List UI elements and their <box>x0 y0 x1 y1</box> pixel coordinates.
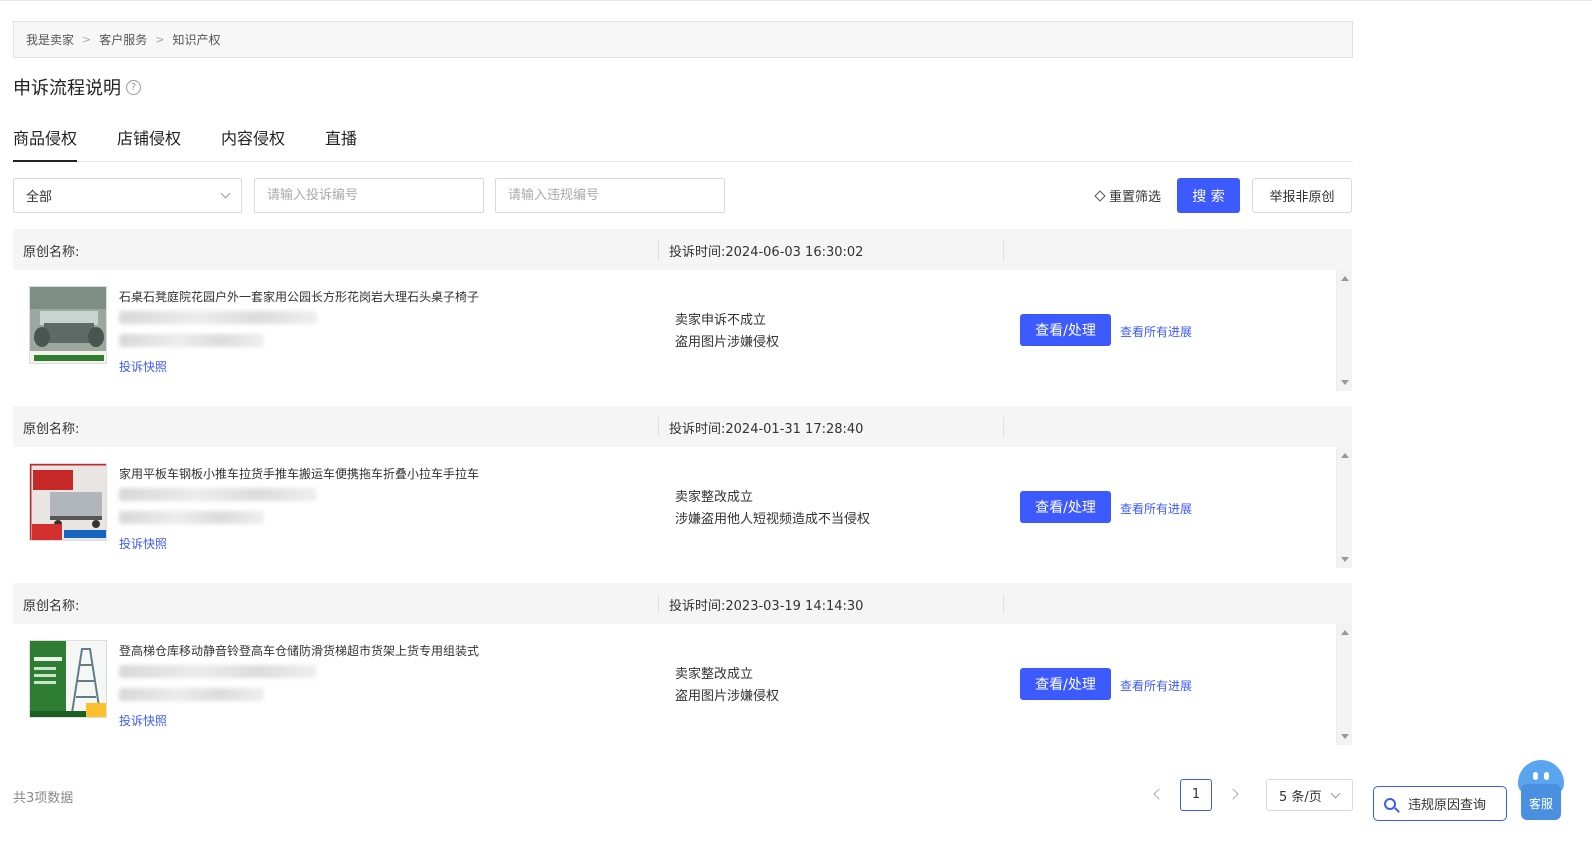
complaint-snapshot-link[interactable]: 投诉快照 <box>119 712 167 729</box>
column-divider <box>1003 240 1004 260</box>
breadcrumb-seller[interactable]: 我是卖家 <box>26 31 74 48</box>
product-thumbnail[interactable] <box>29 286 107 364</box>
status-select-value: 全部 <box>26 190 53 205</box>
complaint-record: 原创名称: 投诉时间:2024-06-03 16:30:02 石桌石凳庭院花园户… <box>13 229 1352 391</box>
eraser-icon <box>1094 189 1106 202</box>
record-header: 原创名称: 投诉时间:2023-03-19 14:14:30 <box>13 583 1352 624</box>
masked-violation-number <box>119 688 264 701</box>
complaint-number-input[interactable] <box>267 188 471 203</box>
scroll-up-arrow-icon[interactable] <box>1341 630 1349 635</box>
masked-complaint-number <box>119 665 317 678</box>
reset-filter-label: 重置筛选 <box>1109 190 1162 205</box>
record-body: 登高梯仓库移动静音铃登高车仓储防滑货梯超市货架上货专用组装式 投诉快照 卖家整改… <box>13 624 1352 745</box>
breadcrumb: 我是卖家 > 客户服务 > 知识产权 <box>13 21 1353 58</box>
chevron-left-icon[interactable] <box>1153 788 1165 800</box>
column-divider <box>1003 594 1004 614</box>
complaint-time: 投诉时间:2024-06-03 16:30:02 <box>669 245 864 260</box>
violation-number-input[interactable] <box>508 188 712 203</box>
chevron-right-icon[interactable] <box>1227 788 1239 800</box>
record-header: 原创名称: 投诉时间:2024-01-31 17:28:40 <box>13 406 1352 447</box>
tab-product-infringement[interactable]: 商品侵权 <box>13 126 78 162</box>
violation-reason-query-label: 违规原因查询 <box>1408 798 1487 813</box>
status-reason: 涉嫌盗用他人短视频造成不当侵权 <box>675 512 871 527</box>
masked-violation-number <box>119 511 264 524</box>
status-result: 卖家整改成立 <box>675 490 754 505</box>
original-name-label: 原创名称: <box>23 422 80 437</box>
masked-complaint-number <box>119 488 317 501</box>
column-divider <box>658 417 659 437</box>
page-number-current[interactable]: 1 <box>1180 779 1212 811</box>
search-button[interactable]: 搜 索 <box>1177 178 1240 213</box>
record-body: 家用平板车钢板小推车拉货手推车搬运车便携拖车折叠小拉车手拉车 投诉快照 卖家整改… <box>13 447 1352 568</box>
complaint-number-field[interactable] <box>254 178 484 213</box>
breadcrumb-separator: > <box>155 33 165 46</box>
column-divider <box>658 594 659 614</box>
view-handle-button[interactable]: 查看/处理 <box>1020 314 1111 346</box>
scroll-down-arrow-icon[interactable] <box>1341 734 1349 739</box>
violation-reason-query-button[interactable]: 违规原因查询 <box>1373 786 1507 821</box>
tab-store-infringement[interactable]: 店铺侵权 <box>117 126 181 162</box>
search-icon <box>1384 797 1396 810</box>
product-title: 石桌石凳庭院花园户外一套家用公园长方形花岗岩大理石头桌子椅子 <box>119 290 480 304</box>
scroll-up-arrow-icon[interactable] <box>1341 453 1349 458</box>
scroll-down-arrow-icon[interactable] <box>1341 380 1349 385</box>
complaint-time: 投诉时间:2023-03-19 14:14:30 <box>669 599 864 614</box>
chevron-down-icon <box>1330 788 1341 798</box>
tab-content-infringement[interactable]: 内容侵权 <box>221 126 285 162</box>
complaint-record: 原创名称: 投诉时间:2023-03-19 14:14:30 登高梯仓库移动静音… <box>13 583 1352 745</box>
tab-live[interactable]: 直播 <box>325 126 357 162</box>
record-scrollbar[interactable] <box>1336 447 1352 568</box>
masked-violation-number <box>119 334 264 347</box>
status-reason: 盗用图片涉嫌侵权 <box>675 689 780 704</box>
record-scrollbar[interactable] <box>1336 624 1352 745</box>
top-divider <box>0 0 1592 1</box>
status-reason: 盗用图片涉嫌侵权 <box>675 335 780 350</box>
status-select[interactable]: 全部 <box>13 178 242 213</box>
breadcrumb-ip: 知识产权 <box>172 33 221 47</box>
total-count: 共3项数据 <box>13 791 74 806</box>
view-handle-button[interactable]: 查看/处理 <box>1020 668 1111 700</box>
page-title-text[interactable]: 申诉流程说明 <box>13 74 121 100</box>
scroll-up-arrow-icon[interactable] <box>1341 276 1349 281</box>
customer-service-label: 客服 <box>1521 784 1561 820</box>
chevron-down-icon <box>220 188 231 199</box>
record-body: 石桌石凳庭院花园户外一套家用公园长方形花岗岩大理石头桌子椅子 投诉快照 卖家申诉… <box>13 270 1352 391</box>
masked-complaint-number <box>119 311 317 324</box>
customer-service-widget[interactable]: 客服 <box>1518 760 1564 820</box>
original-name-label: 原创名称: <box>23 245 80 260</box>
product-title: 家用平板车钢板小推车拉货手推车搬运车便携拖车折叠小拉车手拉车 <box>119 467 480 481</box>
breadcrumb-separator: > <box>82 33 92 46</box>
violation-number-field[interactable] <box>495 178 725 213</box>
report-non-original-button[interactable]: 举报非原创 <box>1252 178 1352 213</box>
status-result: 卖家整改成立 <box>675 667 754 682</box>
product-thumbnail[interactable] <box>29 463 107 541</box>
complaint-snapshot-link[interactable]: 投诉快照 <box>119 358 167 375</box>
record-header: 原创名称: 投诉时间:2024-06-03 16:30:02 <box>13 229 1352 270</box>
product-title: 登高梯仓库移动静音铃登高车仓储防滑货梯超市货架上货专用组装式 <box>119 644 480 658</box>
record-status: 卖家申诉不成立 盗用图片涉嫌侵权 <box>675 310 779 354</box>
record-status: 卖家整改成立 盗用图片涉嫌侵权 <box>675 664 779 708</box>
column-divider <box>1003 417 1004 437</box>
help-icon[interactable]: ? <box>126 79 141 95</box>
complaint-time: 投诉时间:2024-01-31 17:28:40 <box>669 422 864 437</box>
view-all-progress-link[interactable]: 查看所有进展 <box>1120 677 1192 694</box>
record-status: 卖家整改成立 涉嫌盗用他人短视频造成不当侵权 <box>675 487 870 531</box>
page-size-value: 5 条/页 <box>1279 789 1322 805</box>
complaint-record: 原创名称: 投诉时间:2024-01-31 17:28:40 家用平板车钢板小推… <box>13 406 1352 568</box>
breadcrumb-customer-service[interactable]: 客户服务 <box>99 31 147 48</box>
product-thumbnail[interactable] <box>29 640 107 718</box>
page-size-select[interactable]: 5 条/页 <box>1266 779 1353 811</box>
record-scrollbar[interactable] <box>1336 270 1352 391</box>
column-divider <box>658 240 659 260</box>
tab-bar: 商品侵权 店铺侵权 内容侵权 直播 <box>13 126 1353 162</box>
view-handle-button[interactable]: 查看/处理 <box>1020 491 1111 523</box>
original-name-label: 原创名称: <box>23 599 80 614</box>
complaint-snapshot-link[interactable]: 投诉快照 <box>119 535 167 552</box>
view-all-progress-link[interactable]: 查看所有进展 <box>1120 500 1192 517</box>
status-result: 卖家申诉不成立 <box>675 313 767 328</box>
reset-filter-button[interactable]: 重置筛选 <box>1094 186 1162 205</box>
scroll-down-arrow-icon[interactable] <box>1341 557 1349 562</box>
page-title: 申诉流程说明 ? <box>13 74 141 100</box>
view-all-progress-link[interactable]: 查看所有进展 <box>1120 323 1192 340</box>
